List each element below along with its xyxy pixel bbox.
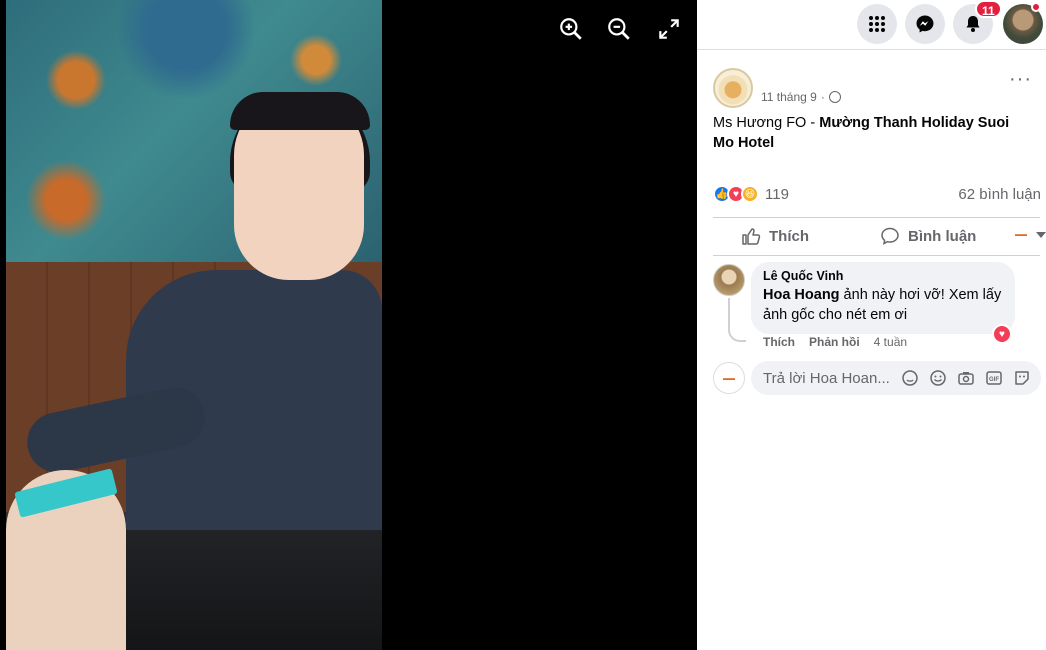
more-options-button[interactable]: ···	[1009, 69, 1032, 89]
comment-bubble: Lê Quốc Vinh Hoa Hoang ảnh này hơi vỡ! X…	[751, 262, 1015, 334]
comment-like-button[interactable]: Thích	[763, 335, 795, 349]
zoom-out-icon	[608, 18, 630, 40]
page-avatar[interactable]	[713, 68, 753, 108]
comment-label: Bình luận	[908, 227, 977, 245]
post-photo	[6, 0, 382, 650]
globe-icon	[828, 91, 841, 103]
reply-tools: GIF	[901, 369, 1031, 387]
heart-reaction-icon[interactable]: ♥	[992, 324, 1012, 344]
post-caption: Ms Hương FO - Mường Thanh Holiday Suoi M…	[713, 113, 1033, 153]
fullscreen-button[interactable]	[656, 16, 682, 42]
top-bar: 11	[697, 0, 1046, 50]
comment-mention[interactable]: Hoa Hoang	[763, 287, 840, 303]
photo-viewer	[0, 0, 697, 650]
thumbs-up-icon	[742, 228, 761, 245]
like-label: Thích	[769, 227, 809, 245]
zoom-out-button[interactable]	[606, 16, 632, 42]
actor-avatar[interactable]: ▬▬	[1015, 232, 1035, 244]
post-sidebar: 11 11 tháng 9 · ··· Ms Hương FO - Mường …	[697, 0, 1046, 650]
reaction-count: 119	[765, 185, 789, 203]
commenter-avatar[interactable]	[713, 264, 745, 296]
comment-icon	[881, 227, 899, 245]
comment-author[interactable]: Lê Quốc Vinh	[763, 269, 1003, 283]
comment-button[interactable]: Bình luận	[880, 226, 976, 246]
zoom-in-icon	[560, 18, 582, 40]
messenger-icon	[916, 15, 934, 33]
emoji-icon[interactable]	[929, 369, 947, 387]
notifications-button[interactable]: 11	[953, 0, 1002, 44]
zoom-in-button[interactable]	[558, 16, 584, 42]
post-timestamp: 11 tháng 9 ·	[761, 90, 841, 104]
status-dot	[1031, 2, 1041, 12]
comment-age[interactable]: 4 tuần	[874, 335, 907, 349]
gif-icon[interactable]: GIF	[985, 369, 1003, 387]
comment-count[interactable]: 62 bình luận	[958, 186, 1041, 203]
like-button[interactable]: Thích	[741, 226, 809, 246]
sticker-avatar-icon[interactable]	[901, 369, 919, 387]
thread-line	[728, 298, 746, 342]
fullscreen-icon	[659, 19, 679, 39]
comment-text: Hoa Hoang ảnh này hơi vỡ! Xem lấy ảnh gố…	[763, 285, 1003, 325]
grid-menu-icon	[869, 16, 885, 32]
reaction-summary[interactable]: 👍 ♥ 😆 119	[713, 185, 789, 203]
comment-actions: Thích Phản hồi 4 tuần	[763, 335, 907, 349]
reply-avatar[interactable]: ▬▬	[713, 362, 745, 394]
menu-button[interactable]	[857, 4, 897, 44]
chevron-down-icon[interactable]	[1036, 232, 1046, 238]
divider	[713, 217, 1040, 218]
sticker-icon[interactable]	[1013, 369, 1031, 387]
comment-reply-button[interactable]: Phản hồi	[809, 335, 860, 349]
divider	[713, 255, 1040, 256]
svg-text:GIF: GIF	[989, 377, 999, 383]
caption-prefix: Ms Hương FO -	[713, 115, 820, 131]
notification-badge: 11	[975, 0, 1002, 18]
haha-reaction-icon: 😆	[741, 185, 759, 203]
post-time-text[interactable]: 11 tháng 9	[761, 90, 817, 104]
messenger-button[interactable]	[905, 4, 945, 44]
camera-icon[interactable]	[957, 369, 975, 387]
